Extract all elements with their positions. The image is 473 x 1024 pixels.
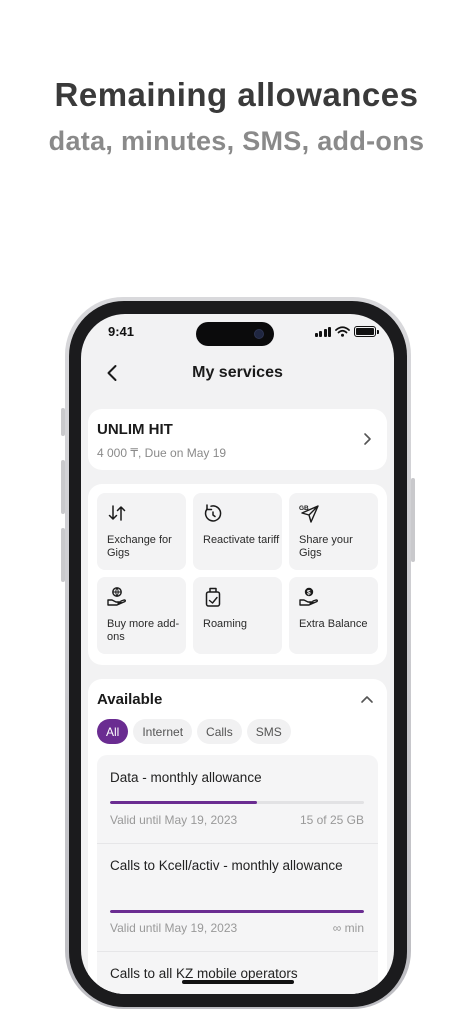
filter-calls[interactable]: Calls xyxy=(197,719,242,744)
cellular-signal-icon xyxy=(314,326,331,337)
action-exchange-for-gigs[interactable]: Exchange for Gigs xyxy=(97,493,186,570)
allowance-valid-until: Valid until May 19, 2023 xyxy=(110,921,238,935)
available-title: Available xyxy=(97,691,163,708)
collapse-button[interactable] xyxy=(357,689,377,709)
action-extra-balance[interactable]: $ Extra Balance xyxy=(289,577,378,654)
phone-screen: 9:41 My services UNLIM HIT 4 000 ₸, Due … xyxy=(81,314,394,994)
promo-page: Remaining allowances data, minutes, SMS,… xyxy=(0,0,473,1024)
wifi-icon xyxy=(335,326,350,337)
page-title: My services xyxy=(192,364,283,381)
allowance-progress-bar xyxy=(110,801,364,804)
action-label: Exchange for Gigs xyxy=(107,534,172,559)
available-card: Available All Internet Calls SMS Data - … xyxy=(88,679,387,994)
globe-hand-icon xyxy=(107,587,127,606)
allowance-item-data[interactable]: Data - monthly allowance Valid until May… xyxy=(97,755,378,843)
svg-text:$: $ xyxy=(307,590,311,597)
coin-hand-icon: $ xyxy=(299,587,319,606)
promo-title: Remaining allowances xyxy=(54,76,419,113)
allowance-list: Data - monthly allowance Valid until May… xyxy=(97,755,378,994)
actions-card: Exchange for Gigs Reactivate tariff GB S… xyxy=(88,484,387,665)
allowance-item-calls-kz[interactable]: Calls to all KZ mobile operators xyxy=(97,952,378,994)
action-label: Share your Gigs xyxy=(299,534,353,559)
tariff-name: UNLIM HIT xyxy=(97,421,173,438)
chevron-right-icon xyxy=(359,430,375,448)
filter-sms[interactable]: SMS xyxy=(246,719,291,744)
allowance-amount: 15 of 25 GB xyxy=(299,813,364,827)
promo-subtitle: data, minutes, SMS, add-ons xyxy=(48,126,425,156)
luggage-icon xyxy=(205,587,221,607)
status-icons xyxy=(314,326,379,337)
allowance-amount: ∞ min xyxy=(332,921,364,935)
action-label: Extra Balance xyxy=(299,618,368,630)
home-indicator xyxy=(182,980,294,984)
action-label: Roaming xyxy=(203,618,248,630)
allowance-progress-bar xyxy=(110,910,364,913)
status-time: 9:41 xyxy=(108,324,135,339)
allowance-valid-until: Valid until May 19, 2023 xyxy=(110,813,238,827)
nav-bar: My services xyxy=(81,358,394,388)
filter-chips: All Internet Calls SMS xyxy=(97,719,291,744)
reactivate-icon xyxy=(204,504,222,522)
chevron-up-icon xyxy=(361,695,373,703)
action-roaming[interactable]: Roaming xyxy=(193,577,282,654)
share-gigs-icon: GB xyxy=(299,505,319,523)
action-share-your-gigs[interactable]: GB Share your Gigs xyxy=(289,493,378,570)
battery-icon xyxy=(354,326,379,337)
tariff-info: 4 000 ₸, Due on May 19 xyxy=(97,446,227,460)
camera-icon xyxy=(254,329,264,339)
action-reactivate-tariff[interactable]: Reactivate tariff xyxy=(193,493,282,570)
filter-all[interactable]: All xyxy=(97,719,129,744)
allowance-item-calls-kcell[interactable]: Calls to Kcell/activ - monthly allowance… xyxy=(97,844,378,951)
allowance-name: Data - monthly allowance xyxy=(110,770,262,785)
action-label: Buy more add-ons xyxy=(107,618,180,643)
exchange-arrows-icon xyxy=(108,505,126,521)
dynamic-island xyxy=(196,322,274,346)
tariff-card[interactable]: UNLIM HIT 4 000 ₸, Due on May 19 xyxy=(88,409,387,470)
allowance-name: Calls to Kcell/activ - monthly allowance xyxy=(110,858,343,873)
filter-internet[interactable]: Internet xyxy=(133,719,193,744)
action-buy-more-add-ons[interactable]: Buy more add-ons xyxy=(97,577,186,654)
phone-power-button xyxy=(411,478,415,562)
action-label: Reactivate tariff xyxy=(203,534,280,546)
